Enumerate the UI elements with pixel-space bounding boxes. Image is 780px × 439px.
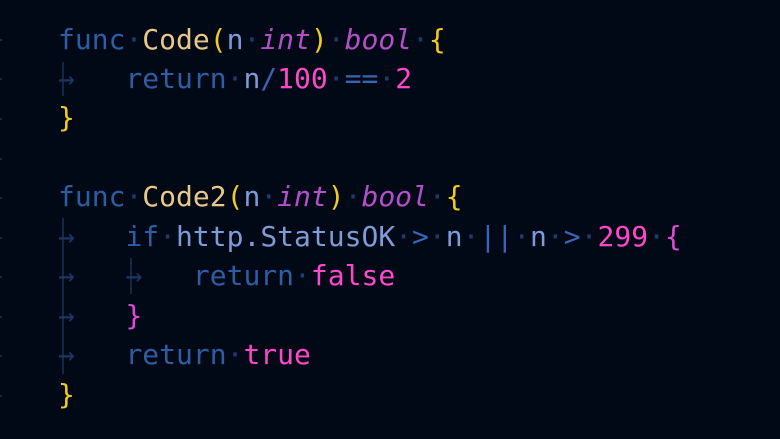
whitespace-marker: · <box>580 220 598 253</box>
keyword-if: if <box>125 220 160 253</box>
whitespace-marker: · <box>513 220 531 253</box>
variable: n <box>243 62 261 95</box>
variable: n <box>445 220 463 253</box>
code-line-3[interactable]: } <box>58 98 75 138</box>
number-literal: 2 <box>395 62 413 95</box>
paren-open: ( <box>226 180 244 213</box>
tab-arrow-icon: → <box>125 259 143 292</box>
brace-close: } <box>58 378 75 411</box>
operator: > <box>563 220 581 253</box>
whitespace-marker: · <box>327 23 345 56</box>
param-name: n <box>226 23 244 56</box>
whitespace-marker: · <box>327 62 345 95</box>
gutter-marker <box>0 78 2 80</box>
keyword-return: return <box>125 62 227 95</box>
gutter-marker <box>0 316 2 318</box>
operator: > <box>412 220 429 253</box>
param-type: int <box>277 180 328 213</box>
whitespace-marker: · <box>243 23 261 56</box>
boolean-literal: true <box>243 338 311 371</box>
brace-open: { <box>428 23 446 56</box>
keyword-func: func <box>58 23 126 56</box>
brace-open: { <box>445 180 463 213</box>
dot-operator: . <box>243 220 261 253</box>
tab-arrow-icon: → <box>58 299 75 332</box>
whitespace-marker: · <box>462 220 480 253</box>
gutter-marker <box>0 237 2 239</box>
whitespace-marker: · <box>226 338 244 371</box>
gutter-marker <box>0 276 2 278</box>
whitespace-marker: · <box>412 23 429 56</box>
whitespace-marker: · <box>395 220 413 253</box>
number-literal: 299 <box>597 220 649 253</box>
brace-close: } <box>125 299 143 332</box>
code-line-10[interactable]: } <box>58 375 75 415</box>
whitespace-marker: · <box>226 62 244 95</box>
gutter-marker <box>0 355 2 357</box>
param-name: n <box>243 180 261 213</box>
gutter-marker <box>0 395 2 397</box>
tab-arrow-icon: → <box>58 338 75 371</box>
gutter-marker <box>0 118 2 120</box>
whitespace-marker: · <box>159 220 177 253</box>
keyword-func: func <box>58 180 126 213</box>
variable: n <box>530 220 547 253</box>
keyword-return: return <box>192 259 295 292</box>
whitespace-marker: · <box>546 220 564 253</box>
whitespace-marker: · <box>260 180 278 213</box>
code-line-5[interactable]: func·Code2(n·int)·bool·{ <box>58 177 463 217</box>
boolean-literal: false <box>310 259 396 292</box>
function-name: Code2 <box>142 180 227 213</box>
param-type: int <box>260 23 311 56</box>
operator: || <box>479 220 514 253</box>
gutter-marker <box>0 39 2 41</box>
brace-open: { <box>664 220 682 253</box>
whitespace-marker: · <box>428 180 446 213</box>
code-line-2[interactable]: → return·n/100·==·2 <box>58 59 412 99</box>
function-name: Code <box>142 23 210 56</box>
tab-arrow-icon: → <box>58 220 75 253</box>
paren-open: ( <box>209 23 227 56</box>
paren-close: ) <box>310 23 328 56</box>
whitespace-marker: · <box>344 180 362 213</box>
brace-close: } <box>58 101 75 134</box>
code-line-7[interactable]: → → return·false <box>58 256 395 296</box>
operator: / <box>260 62 278 95</box>
package-name: http <box>176 220 244 253</box>
whitespace-marker: · <box>294 259 311 292</box>
whitespace-marker: · <box>648 220 665 253</box>
whitespace-marker: · <box>428 220 446 253</box>
return-type: bool <box>344 23 413 56</box>
code-editor[interactable]: func·Code(n·int)·bool·{ → return·n/100·=… <box>0 0 780 439</box>
constant-name: StatusOK <box>260 220 396 253</box>
operator: == <box>344 62 379 95</box>
whitespace-marker: · <box>125 180 143 213</box>
keyword-return: return <box>125 338 227 371</box>
whitespace-marker: · <box>378 62 396 95</box>
code-line-9[interactable]: → return·true <box>58 335 311 375</box>
code-line-6[interactable]: → if·http.StatusOK·>·n·||·n·>·299·{ <box>58 217 682 257</box>
return-type: bool <box>361 180 429 213</box>
number-literal: 100 <box>277 62 328 95</box>
gutter-marker <box>0 158 2 160</box>
paren-close: ) <box>327 180 345 213</box>
code-line-1[interactable]: func·Code(n·int)·bool·{ <box>58 20 446 60</box>
tab-arrow-icon: → <box>58 259 75 292</box>
code-line-8[interactable]: → } <box>58 296 142 336</box>
whitespace-marker: · <box>125 23 143 56</box>
gutter-marker <box>0 197 2 199</box>
tab-arrow-icon: → <box>58 62 75 95</box>
